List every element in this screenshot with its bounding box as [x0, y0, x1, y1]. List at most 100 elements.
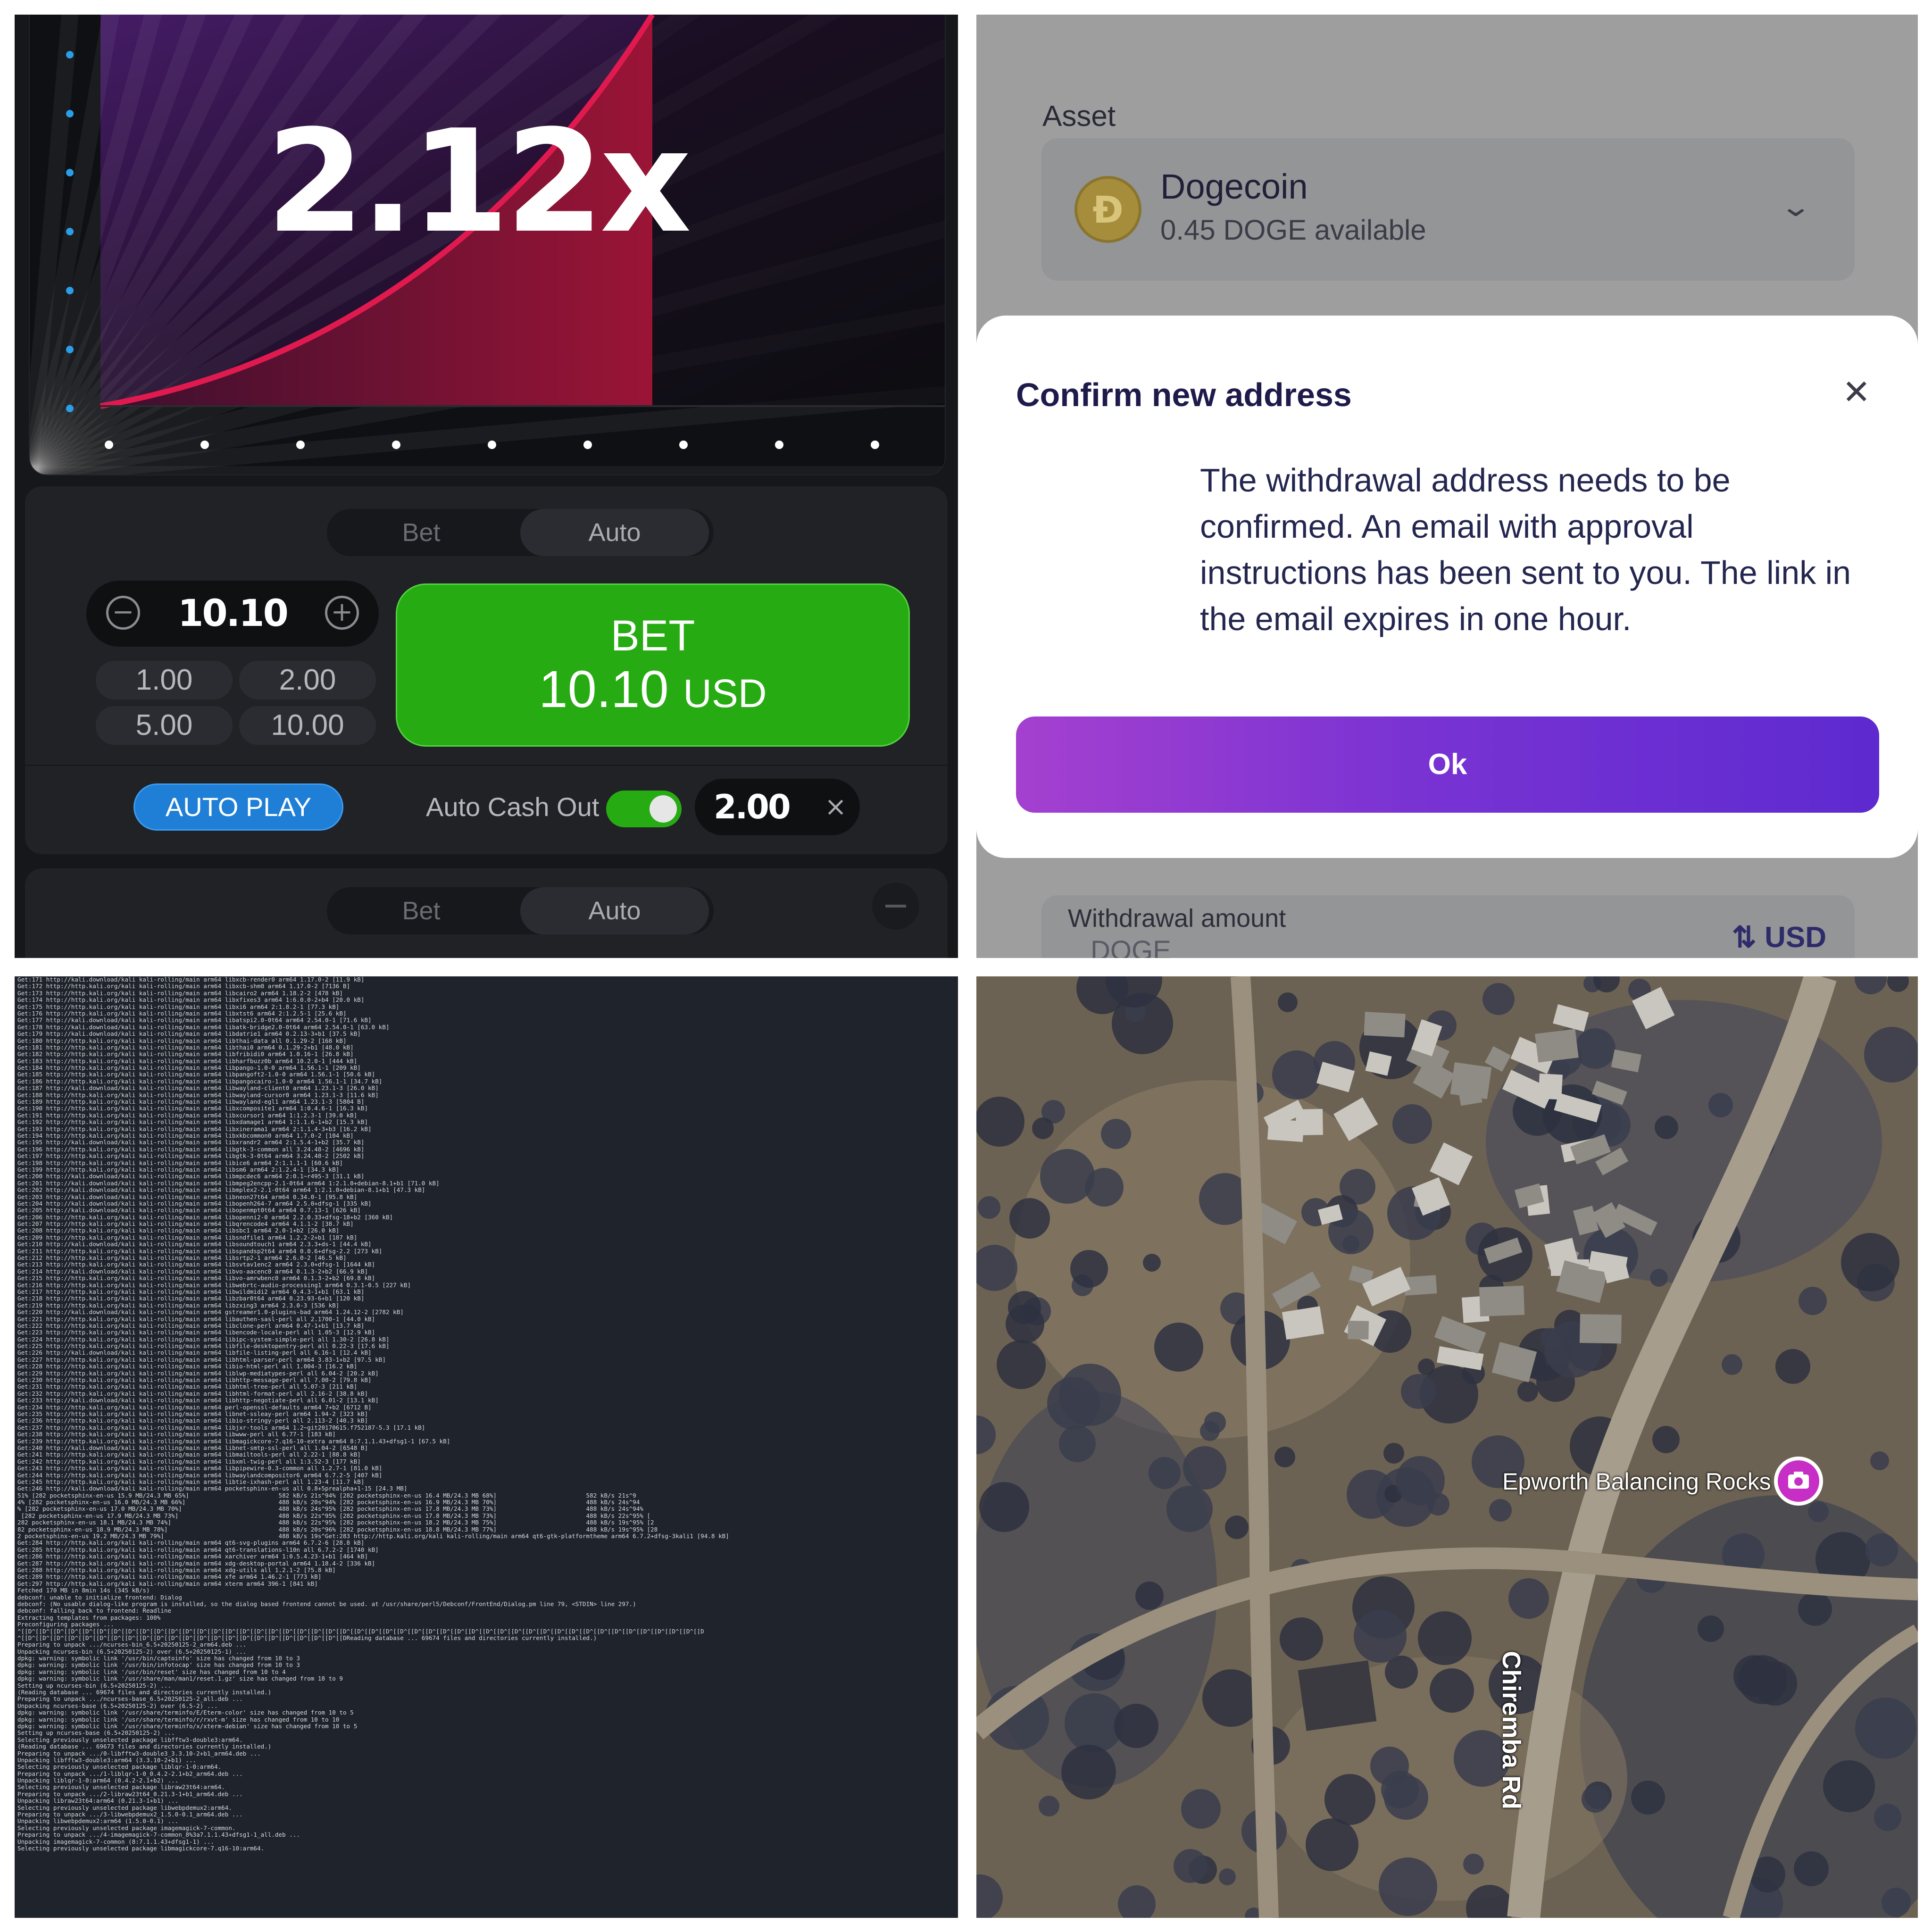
- place-label[interactable]: Epworth Balancing Rocks: [1502, 1468, 1771, 1495]
- terminal-line: Get:289 http://http.kali.org/kali kali-r…: [17, 1574, 322, 1581]
- terminal-line: Get:199 http://http.kali.org/kali kali-r…: [17, 1166, 340, 1173]
- terminal-line: Get:205 http://kali.download/kali kali-r…: [17, 1207, 361, 1214]
- terminal-line: (Reading database ... 69673 files and di…: [17, 1743, 272, 1750]
- quick-amount-2[interactable]: 2.00: [239, 661, 376, 700]
- bet-button-amount: 10.10: [539, 660, 669, 718]
- terminal-line: dpkg: warning: symbolic link '/usr/share…: [17, 1709, 354, 1716]
- terminal-line: Get:225 http://http.kali.org/kali kali-r…: [17, 1343, 390, 1350]
- tree: [1855, 1698, 1916, 1759]
- bet-amount-value[interactable]: 10.10: [157, 581, 308, 647]
- crash-game-panel: 2.12x Bet Auto − 10.10 + 1.00 2.00 5.00 …: [15, 15, 958, 958]
- clear-cash-out-icon[interactable]: ×: [824, 779, 847, 835]
- terminal-line: Get:234 http://http.kali.org/kali kali-r…: [17, 1404, 372, 1411]
- terminal-line: Get:181 http://http.kali.org/kali kali-r…: [17, 1044, 354, 1051]
- dogecoin-icon: [1074, 176, 1141, 243]
- terminal-line: Get:287 http://http.kali.org/kali kali-r…: [17, 1560, 375, 1567]
- auto-cash-out-value[interactable]: 2.00: [714, 779, 791, 835]
- terminal-line: Get:230 http://http.kali.org/kali kali-r…: [17, 1377, 372, 1384]
- quick-amount-10[interactable]: 10.00: [239, 706, 376, 745]
- terminal-line: Get:172 http://http.kali.org/kali kali-r…: [17, 983, 350, 990]
- asset-selector[interactable]: Dogecoin 0.45 DOGE available ⌄: [1041, 138, 1855, 281]
- terminal-line: Get:194 http://http.kali.org/kali kali-r…: [17, 1132, 354, 1139]
- terminal-line: Get:175 http://http.kali.org/kali kali-r…: [17, 1003, 340, 1010]
- tree: [1650, 1269, 1668, 1287]
- terminal-line: Get:217 http://http.kali.org/kali kali-r…: [17, 1288, 365, 1295]
- terminal-line: Get:192 http://http.kali.org/kali kali-r…: [17, 1119, 368, 1126]
- terminal-line: debconf: unable to initialize frontend: …: [17, 1594, 182, 1601]
- terminal-line: Get:246 http://kali.download/kali kali-r…: [17, 1485, 408, 1492]
- terminal-line: Selecting previously unselected package …: [17, 1824, 236, 1832]
- terminal-line: Get:195 http://kali.download/kali kali-r…: [17, 1139, 365, 1146]
- terminal-line: Get:235 http://http.kali.org/kali kali-r…: [17, 1411, 368, 1417]
- tree: [1143, 1254, 1161, 1272]
- tree: [1722, 1354, 1742, 1375]
- building-roof: [1479, 1285, 1525, 1316]
- swap-icon: ⇅: [1732, 921, 1757, 954]
- quick-amount-1[interactable]: 1.00: [96, 661, 233, 700]
- decrease-bet-button[interactable]: −: [106, 596, 140, 630]
- terminal-line: Get:227 http://http.kali.org/kali kali-r…: [17, 1356, 386, 1363]
- bet-button[interactable]: BET 10.10 USD: [396, 583, 910, 747]
- x-axis-dot: [488, 441, 496, 449]
- building-roof: [1282, 1306, 1324, 1340]
- tree: [1306, 1818, 1358, 1871]
- tab-auto-2[interactable]: Auto: [520, 887, 709, 934]
- withdrawal-amount-label: Withdrawal amount: [1068, 904, 1286, 933]
- chevron-down-icon[interactable]: ⌄: [1779, 190, 1812, 223]
- y-axis-dot: [66, 346, 74, 353]
- terminal-line: Unpacking libraw23t64:arm64 (0.21.3-1+b1…: [17, 1798, 179, 1805]
- y-axis-dot: [66, 51, 74, 58]
- bet-button-amount-line: 10.10 USD: [397, 659, 908, 719]
- auto-cash-out-field[interactable]: 2.00 ×: [695, 779, 860, 835]
- remove-bet-panel-button[interactable]: [872, 883, 919, 930]
- tree: [1874, 1804, 1901, 1831]
- tree: [1392, 1104, 1432, 1144]
- increase-bet-button[interactable]: +: [325, 596, 359, 630]
- close-icon[interactable]: ✕: [1842, 372, 1871, 412]
- terminal-line: dpkg: warning: symbolic link '/usr/bin/c…: [17, 1655, 300, 1662]
- currency-toggle-button[interactable]: ⇅ USD: [1732, 920, 1826, 954]
- tab-bet-2[interactable]: Bet: [327, 887, 516, 934]
- tree: [1202, 1669, 1260, 1727]
- ok-button[interactable]: Ok: [1016, 716, 1879, 813]
- terminal-line: Get:171 http://kali.download/kali kali-r…: [17, 976, 365, 983]
- terminal-line: Get:288 http://http.kali.org/kali kali-r…: [17, 1566, 336, 1574]
- tree: [1463, 1854, 1484, 1874]
- terminal-line: Get:179 http://kali.download/kali kali-r…: [17, 1031, 361, 1038]
- second-bet-mode-tabs: Bet Auto: [327, 887, 714, 934]
- building-roof: [1535, 1029, 1579, 1063]
- tree: [1655, 1116, 1678, 1139]
- tree: [1383, 1443, 1404, 1464]
- tree: [1864, 1027, 1918, 1083]
- satellite-map[interactable]: Epworth Balancing Rocks Chiremba Rd: [976, 976, 1918, 1918]
- bet-button-label: BET: [610, 612, 695, 660]
- terminal-line: Get:186 http://http.kali.org/kali kali-r…: [17, 1078, 383, 1085]
- house-roof: [1298, 1660, 1377, 1731]
- terminal-line: Get:238 http://http.kali.org/kali kali-r…: [17, 1431, 336, 1438]
- camera-pin-icon[interactable]: [1774, 1457, 1823, 1506]
- terminal-line: Get:221 http://http.kali.org/kali kali-r…: [17, 1316, 375, 1323]
- wallet-withdraw-panel: Asset Dogecoin 0.45 DOGE available ⌄ Con…: [976, 15, 1918, 958]
- auto-cash-out-toggle[interactable]: [606, 791, 682, 827]
- tree: [1059, 1425, 1096, 1462]
- terminal-line: Get:213 http://http.kali.org/kali kali-r…: [17, 1261, 375, 1268]
- tree: [1882, 1888, 1911, 1917]
- terminal-line: Unpacking ncurses-bin (6.5+20250125-2) o…: [17, 1648, 247, 1655]
- autoplay-button[interactable]: AUTO PLAY: [133, 783, 343, 831]
- tree: [1418, 1611, 1472, 1665]
- withdrawal-amount-field[interactable]: Withdrawal amount DOGE ⇅ USD: [1041, 895, 1855, 958]
- tab-auto[interactable]: Auto: [520, 509, 709, 556]
- terminal-line: Get:191 http://http.kali.org/kali kali-r…: [17, 1112, 358, 1119]
- quick-amount-5[interactable]: 5.00: [96, 706, 233, 745]
- terminal-line: Get:228 http://http.kali.org/kali kali-r…: [17, 1363, 358, 1370]
- tree: [1401, 1374, 1436, 1409]
- tab-bet[interactable]: Bet: [327, 509, 516, 556]
- terminal-line: dpkg: warning: symbolic link '/usr/bin/i…: [17, 1662, 300, 1669]
- terminal-line: debconf: (No usable dialog-like program …: [17, 1600, 636, 1607]
- terminal-line: dpkg: warning: symbolic link '/usr/bin/r…: [17, 1668, 286, 1675]
- terminal-line: Get:187 http://kali.download/kali kali-r…: [17, 1085, 379, 1092]
- terminal-line: Get:201 http://kali.download/kali kali-r…: [17, 1180, 440, 1187]
- tree: [1841, 1233, 1899, 1291]
- tree: [1200, 1421, 1220, 1441]
- tree: [1396, 1456, 1445, 1505]
